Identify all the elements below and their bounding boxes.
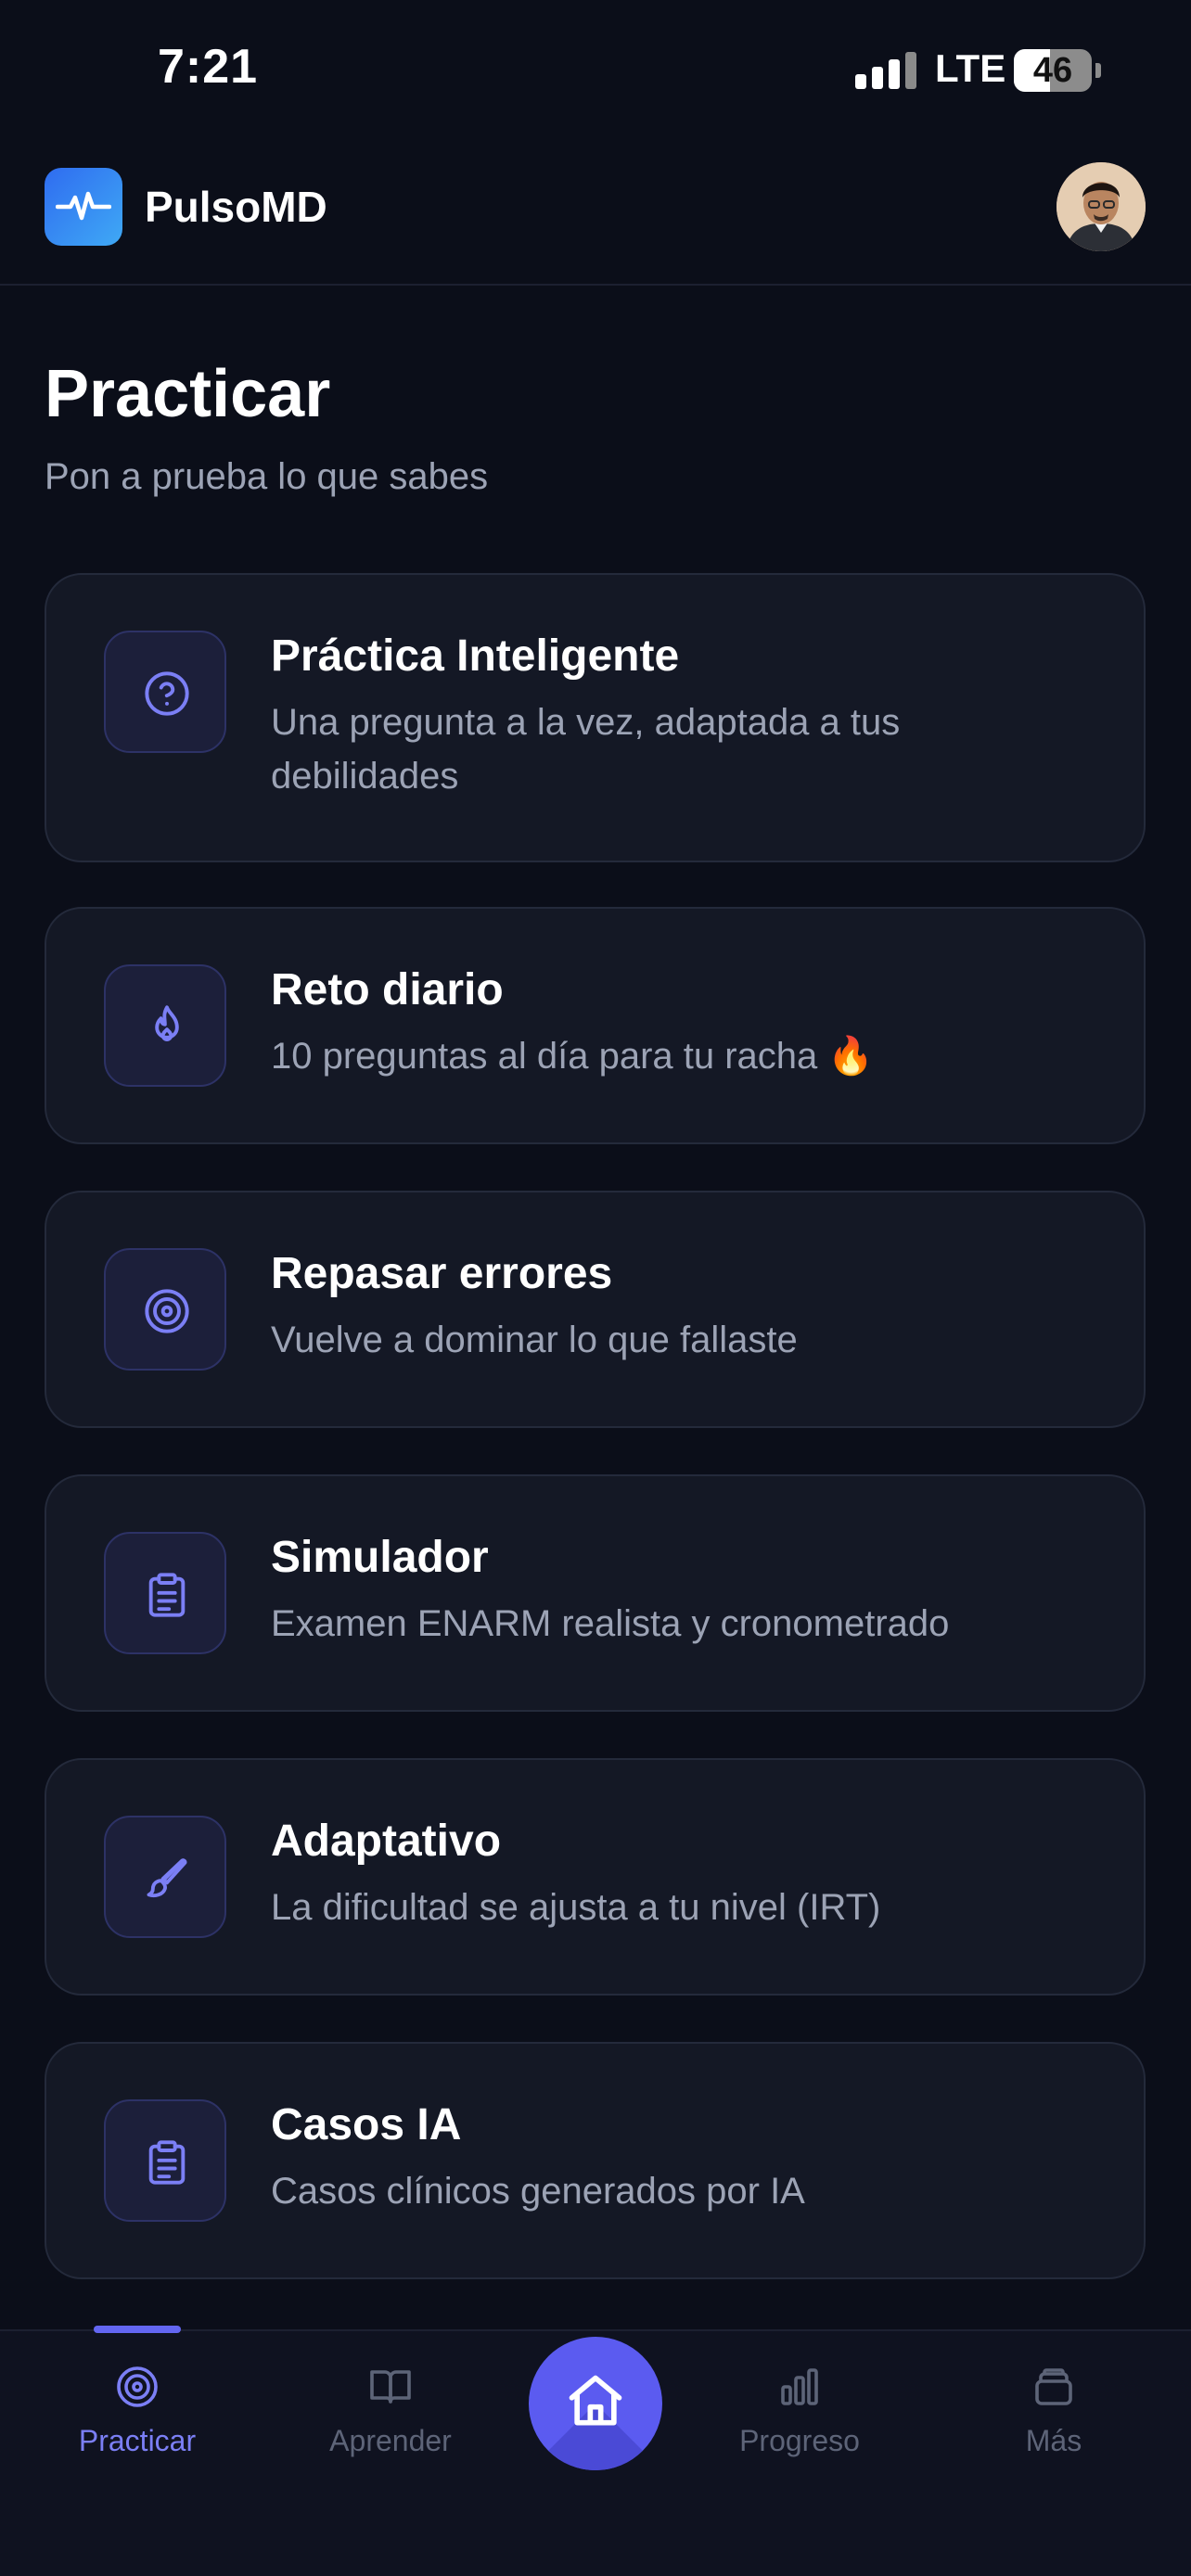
card-practica-inteligente[interactable]: Práctica Inteligente Una pregunta a la v… [45, 573, 1146, 862]
bottom-navigation: Practicar Aprender Progreso Más [0, 2326, 1191, 2576]
tab-label: Practicar [78, 2424, 197, 2457]
target-icon [104, 1248, 226, 1371]
tab-practicar[interactable]: Practicar [35, 2331, 239, 2470]
target-icon [117, 2366, 158, 2407]
book-icon [370, 2370, 411, 2404]
card-casos-ia[interactable]: Casos IA Casos clínicos generados por IA [45, 2042, 1146, 2279]
card-title: Reto diario [271, 965, 504, 1014]
stack-icon [1035, 2368, 1072, 2405]
card-description: Casos clínicos generados por IA [271, 2171, 805, 2212]
card-title: Repasar errores [271, 1249, 613, 1298]
card-description: Una pregunta a la vez, adaptada a tus de… [271, 702, 901, 797]
card-description: Vuelve a dominar lo que fallaste [271, 1320, 798, 1360]
tab-mas[interactable]: Más [952, 2331, 1156, 2470]
tab-label: Progreso [739, 2424, 860, 2457]
card-adaptativo[interactable]: Adaptativo La dificultad se ajusta a tu … [45, 1758, 1146, 1996]
flame-icon [104, 964, 226, 1087]
pulse-icon [45, 168, 122, 246]
home-button[interactable] [529, 2337, 662, 2470]
card-title: Adaptativo [271, 1817, 502, 1866]
app-name: PulsoMD [145, 183, 327, 231]
tab-label: Más [1025, 2424, 1082, 2457]
status-bar: 7:21 LTE 46 [0, 0, 1191, 139]
user-avatar[interactable] [1057, 162, 1146, 251]
bar-chart-icon [781, 2368, 818, 2405]
network-type: LTE [935, 46, 1006, 90]
cellular-signal-icon [855, 52, 918, 89]
page-title: Practicar [45, 357, 331, 431]
clipboard-icon [104, 2099, 226, 2222]
card-repasar-errores[interactable]: Repasar errores Vuelve a dominar lo que … [45, 1191, 1146, 1428]
status-time: 7:21 [158, 40, 259, 94]
tab-progreso[interactable]: Progreso [698, 2331, 902, 2470]
card-description: La dificultad se ajusta a tu nivel (IRT) [271, 1887, 881, 1928]
clipboard-icon [104, 1532, 226, 1654]
battery-level: 46 [1032, 51, 1073, 90]
question-circle-icon [104, 631, 226, 753]
tab-label: Aprender [329, 2424, 452, 2457]
tab-aprender[interactable]: Aprender [288, 2331, 493, 2470]
card-title: Casos IA [271, 2100, 462, 2149]
card-description: Examen ENARM realista y cronometrado [271, 1603, 950, 1644]
page-subtitle: Pon a prueba lo que sabes [45, 456, 489, 497]
card-description: 10 preguntas al día para tu racha 🔥 [271, 1036, 875, 1077]
card-reto-diario[interactable]: Reto diario 10 preguntas al día para tu … [45, 907, 1146, 1144]
brush-icon [104, 1816, 226, 1938]
app-header: PulsoMD [0, 139, 1191, 286]
card-simulador[interactable]: Simulador Examen ENARM realista y cronom… [45, 1474, 1146, 1712]
card-title: Práctica Inteligente [271, 631, 680, 681]
home-icon [569, 2375, 622, 2426]
card-title: Simulador [271, 1533, 489, 1582]
battery-icon: 46 [1014, 49, 1092, 92]
